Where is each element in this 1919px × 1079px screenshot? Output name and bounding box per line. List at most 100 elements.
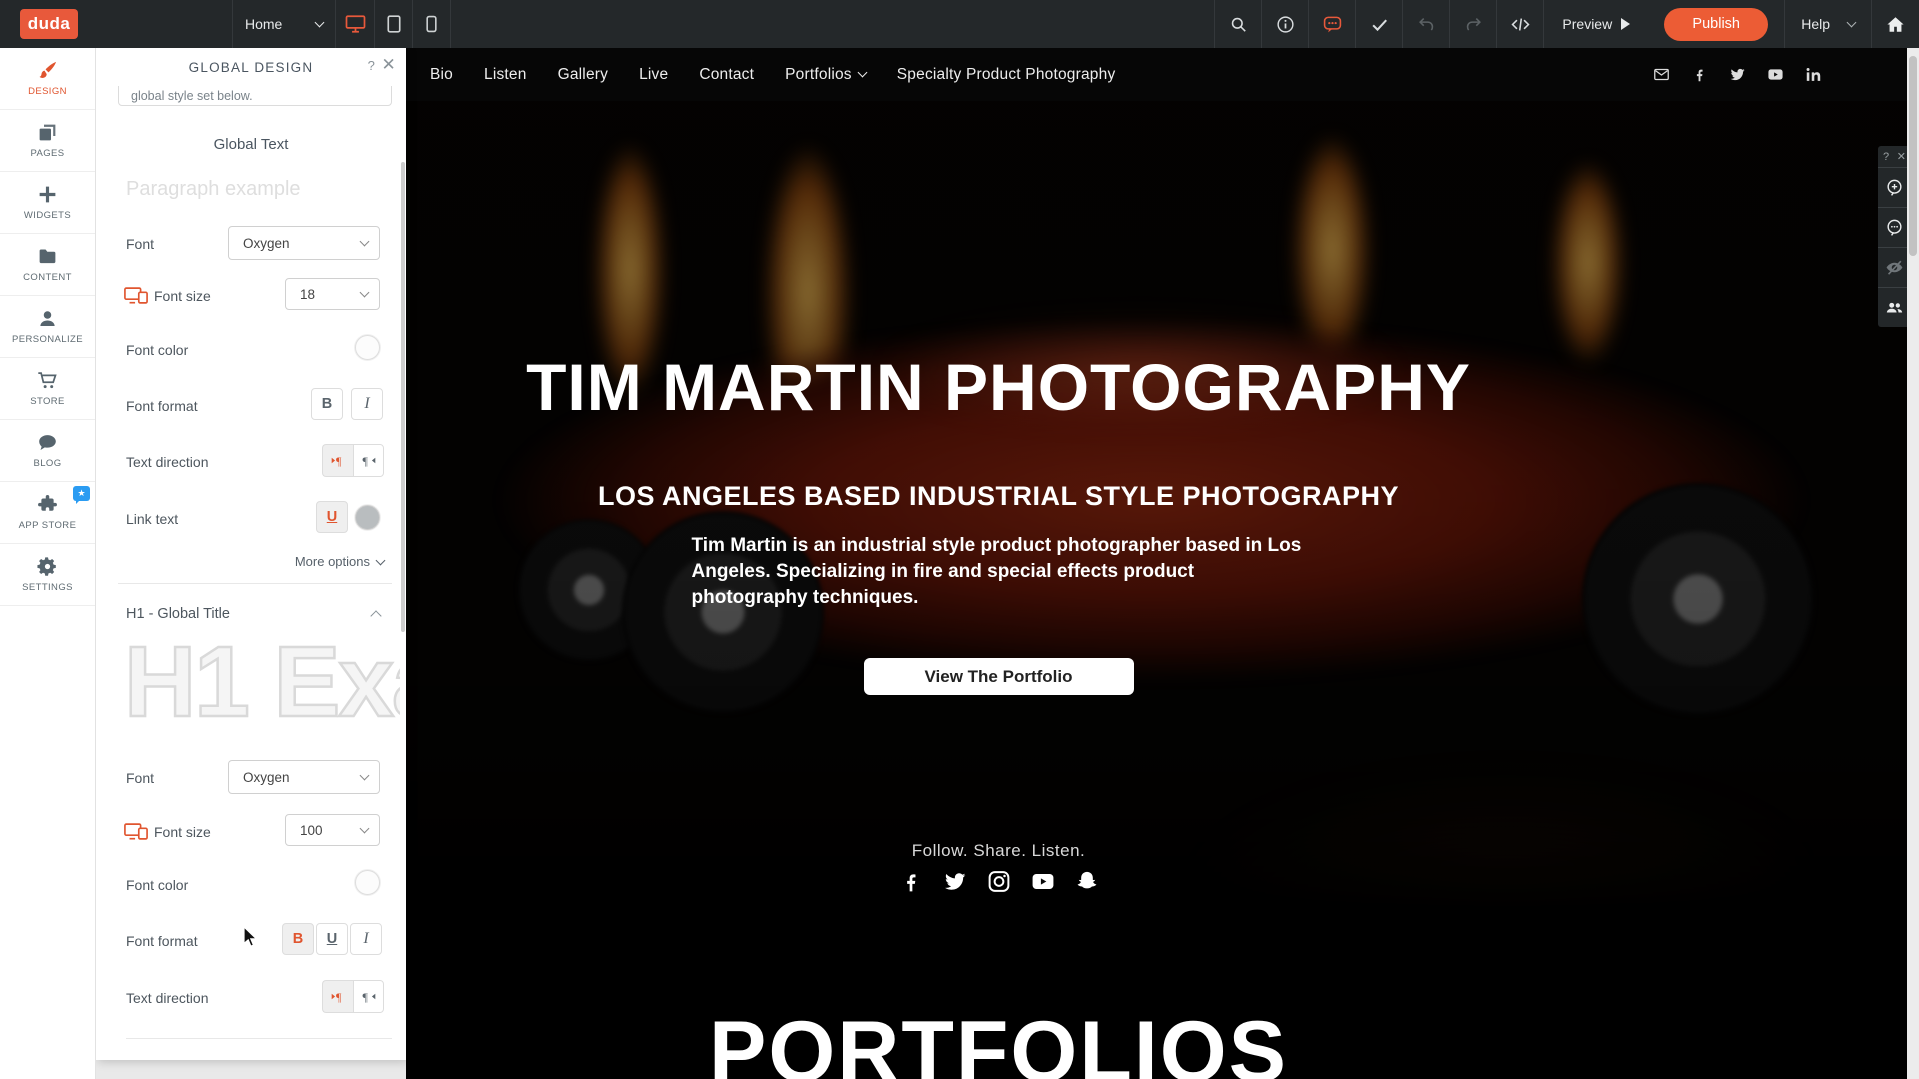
comments-button[interactable]	[1308, 0, 1355, 48]
appstore-icon	[37, 494, 58, 515]
dashboard-home-button[interactable]	[1871, 0, 1919, 48]
svg-text:¶: ¶	[335, 990, 341, 1004]
youtube-icon[interactable]	[1767, 66, 1784, 83]
link-text-label: Link text	[126, 511, 178, 527]
personalize-icon	[37, 308, 58, 329]
more-options-label: More options	[295, 554, 370, 569]
format-i-button[interactable]: I	[351, 388, 383, 420]
email-icon[interactable]	[1653, 66, 1670, 83]
format-i-button[interactable]: I	[350, 923, 382, 955]
nav-label: Bio	[430, 66, 453, 84]
font-select[interactable]: Oxygen	[228, 226, 380, 260]
dir-rtl-button[interactable]: ¶	[353, 980, 384, 1013]
facebook-icon[interactable]	[898, 869, 923, 894]
link-color-swatch[interactable]	[355, 505, 380, 530]
topbar-icon-group	[1214, 0, 1543, 48]
check-button[interactable]	[1355, 0, 1402, 48]
sidebar-item-personalize[interactable]: PERSONALIZE	[0, 296, 95, 358]
sidebar-item-content[interactable]: CONTENT	[0, 234, 95, 296]
device-tablet-button[interactable]	[375, 0, 413, 48]
new-badge: ★	[73, 486, 90, 501]
sidebar-item-blog[interactable]: BLOG	[0, 420, 95, 482]
undo-icon	[1417, 15, 1436, 34]
search-button[interactable]	[1214, 0, 1261, 48]
panel-scrollbar[interactable]	[401, 162, 405, 632]
site-nav-bio[interactable]: Bio	[430, 66, 453, 84]
dir-rtl-button[interactable]: ¶	[353, 444, 384, 477]
site-nav-contact[interactable]: Contact	[699, 66, 754, 84]
site-nav-specialty-product-photography[interactable]: Specialty Product Photography	[897, 66, 1116, 84]
h1-font-color-label: Font color	[126, 877, 188, 893]
sidebar-item-label: DESIGN	[28, 86, 67, 97]
device-desktop-button[interactable]	[337, 0, 375, 48]
link-underline-button[interactable]: U	[316, 501, 348, 533]
dir-ltr-button[interactable]: ¶	[322, 980, 353, 1013]
font-label: Font	[126, 236, 154, 252]
site-nav: Bio Listen Gallery Live Contact Portfolios Spe…	[430, 48, 1115, 101]
sidebar-item-widgets[interactable]: WIDGETS	[0, 172, 95, 234]
responsive-devices-icon	[124, 823, 148, 840]
preview-button[interactable]: Preview	[1543, 0, 1648, 48]
help-label: Help	[1801, 16, 1830, 32]
undo-button[interactable]	[1402, 0, 1449, 48]
tablet-icon	[387, 15, 401, 33]
panel-help-button[interactable]: ?	[368, 58, 376, 73]
sidebar-item-pages[interactable]: PAGES	[0, 110, 95, 172]
format-b-button[interactable]: B	[282, 923, 314, 955]
page-selector-dropdown[interactable]: Home	[232, 0, 336, 48]
panel-notice: global style set below.	[118, 86, 392, 106]
sidebar-item-app-store[interactable]: APP STORE★	[0, 482, 95, 544]
linkedin-icon[interactable]	[1805, 66, 1822, 83]
code-button[interactable]	[1496, 0, 1543, 48]
floating-help-button[interactable]: ?	[1883, 151, 1889, 163]
floating-close-button[interactable]: ✕	[1897, 150, 1906, 163]
font-size-select[interactable]: 18	[285, 278, 380, 310]
h1-font-select[interactable]: Oxygen	[228, 760, 380, 794]
collapse-chevron-icon[interactable]	[370, 610, 381, 621]
twitter-icon[interactable]	[942, 869, 967, 894]
redo-button[interactable]	[1449, 0, 1496, 48]
format-b-button[interactable]: B	[311, 388, 343, 420]
store-icon	[37, 370, 58, 391]
publish-button[interactable]: Publish	[1664, 8, 1768, 41]
info-button[interactable]	[1261, 0, 1308, 48]
help-dropdown[interactable]: Help	[1784, 0, 1871, 48]
facebook-icon[interactable]	[1691, 66, 1708, 83]
font-select-value: Oxygen	[243, 236, 290, 251]
twitter-icon[interactable]	[1729, 66, 1746, 83]
section-divider	[126, 1038, 392, 1039]
h1-font-format-label: Font format	[126, 933, 198, 949]
svg-text:¶: ¶	[335, 454, 341, 468]
search-icon	[1229, 15, 1248, 34]
youtube-icon[interactable]	[1030, 869, 1055, 894]
site-nav-live[interactable]: Live	[639, 66, 668, 84]
scrollbar-thumb[interactable]	[1909, 56, 1917, 256]
panel-content: global style set below. Global Text Para…	[96, 86, 406, 1060]
mobile-icon	[426, 15, 437, 33]
site-nav-listen[interactable]: Listen	[484, 66, 527, 84]
font-color-label: Font color	[126, 342, 188, 358]
browser-scrollbar[interactable]	[1907, 48, 1919, 1079]
sidebar-item-store[interactable]: STORE	[0, 358, 95, 420]
font-color-swatch[interactable]	[355, 335, 380, 360]
duda-logo[interactable]: duda	[20, 9, 78, 39]
dir-ltr-button[interactable]: ¶	[322, 444, 353, 477]
device-mobile-button[interactable]	[413, 0, 451, 48]
site-nav-portfolios[interactable]: Portfolios	[785, 66, 866, 84]
panel-close-button[interactable]: ✕	[382, 55, 397, 75]
view-portfolio-button[interactable]: View The Portfolio	[864, 658, 1134, 695]
instagram-icon[interactable]	[986, 869, 1011, 894]
nav-label: Listen	[484, 66, 527, 84]
sidebar-item-design[interactable]: DESIGN	[0, 48, 95, 110]
sidebar-item-label: STORE	[30, 396, 65, 407]
snapchat-icon[interactable]	[1074, 869, 1099, 894]
format-u-button[interactable]: U	[316, 923, 348, 955]
h1-font-color-swatch[interactable]	[355, 870, 380, 895]
sidebar-item-label: CONTENT	[23, 272, 72, 283]
blog-icon	[37, 432, 58, 453]
more-options-link[interactable]: More options	[295, 554, 384, 569]
sidebar-item-settings[interactable]: SETTINGS	[0, 544, 95, 606]
site-nav-gallery[interactable]: Gallery	[558, 66, 609, 84]
text-direction-label: Text direction	[126, 454, 208, 470]
h1-font-size-select[interactable]: 100	[285, 814, 380, 846]
